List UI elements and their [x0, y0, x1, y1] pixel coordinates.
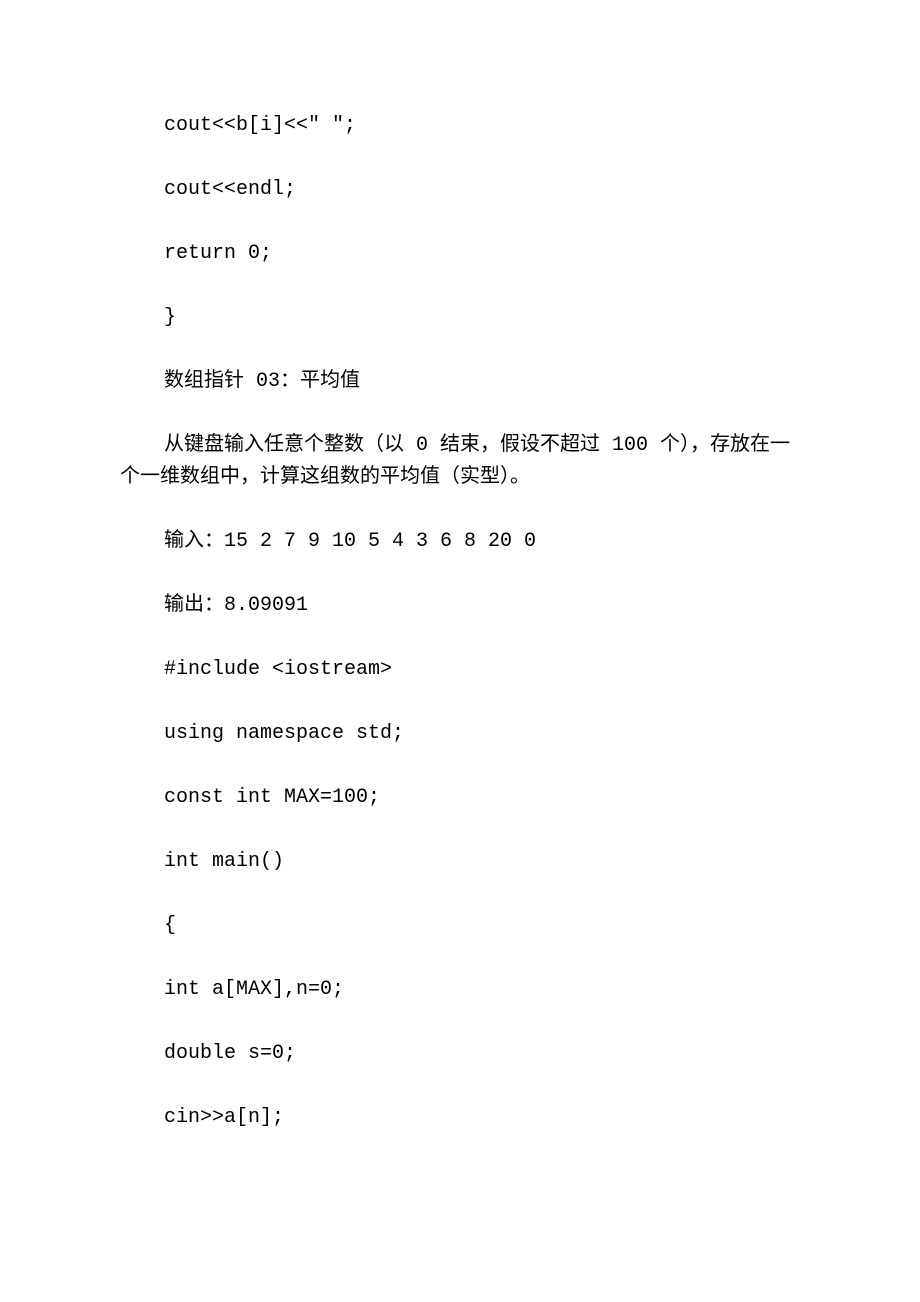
code-line: int a[MAX],n=0;: [120, 974, 800, 1006]
section-heading: 数组指针 03：平均值: [120, 366, 800, 398]
code-line: using namespace std;: [120, 718, 800, 750]
code-line: cout<<endl;: [120, 174, 800, 206]
code-line: }: [120, 302, 800, 334]
code-line: cin>>a[n];: [120, 1102, 800, 1134]
document-page: cout<<b[i]<<" "; cout<<endl; return 0; }…: [0, 0, 920, 1302]
code-line: const int MAX=100;: [120, 782, 800, 814]
code-line: {: [120, 910, 800, 942]
code-line: return 0;: [120, 238, 800, 270]
code-line: #include <iostream>: [120, 654, 800, 686]
paragraph: 从键盘输入任意个整数（以 0 结束，假设不超过 100 个），存放在一个一维数组…: [120, 430, 800, 494]
code-line: int main(): [120, 846, 800, 878]
code-line: double s=0;: [120, 1038, 800, 1070]
text-line: 输出：8.09091: [120, 590, 800, 622]
code-line: cout<<b[i]<<" ";: [120, 110, 800, 142]
text-line: 输入：15 2 7 9 10 5 4 3 6 8 20 0: [120, 526, 800, 558]
